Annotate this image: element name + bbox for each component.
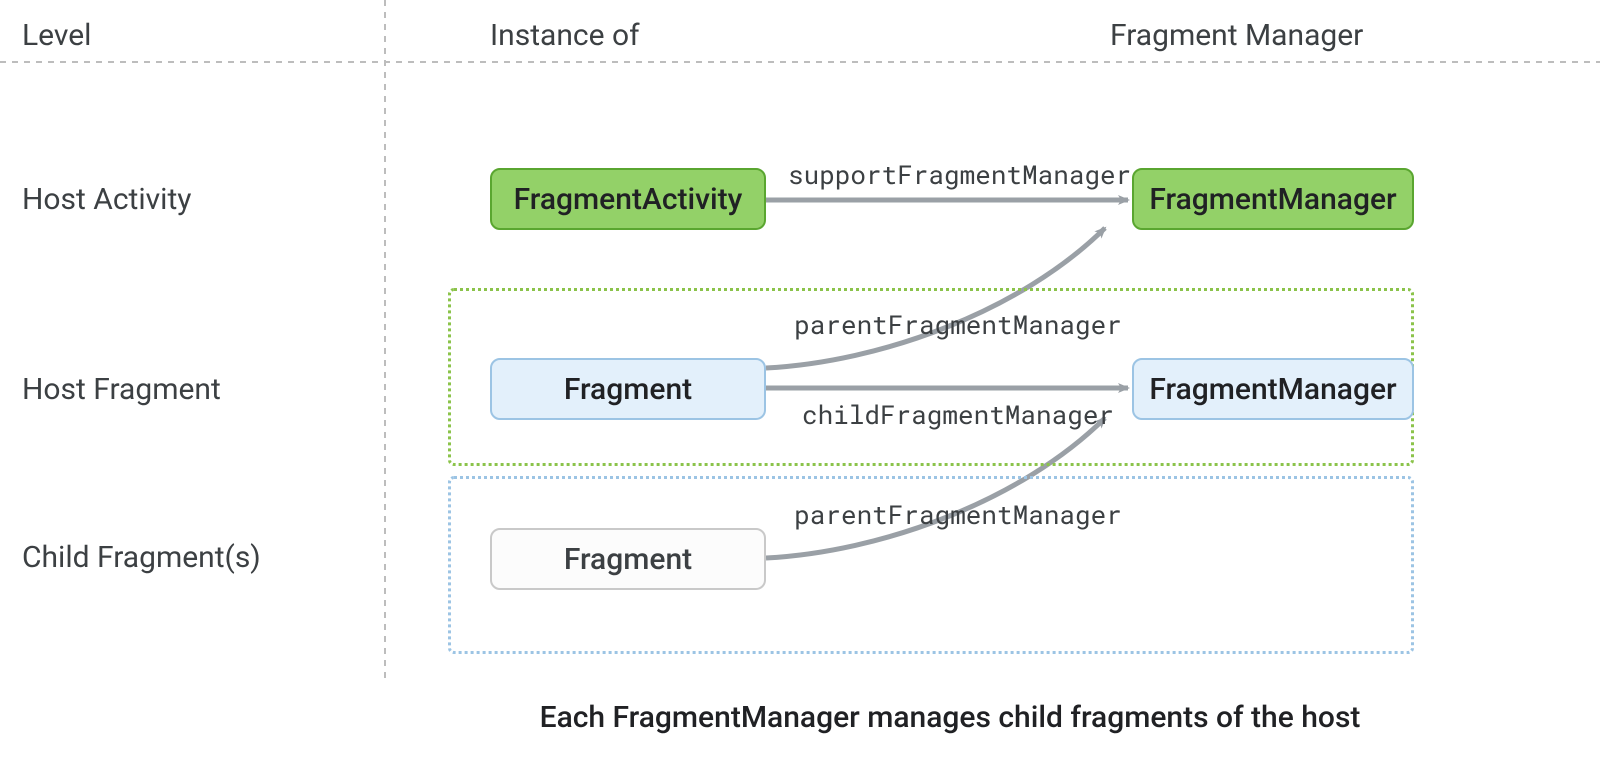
row-host-fragment: Host Fragment — [22, 372, 221, 407]
node-fragment-manager-activity: FragmentManager — [1132, 168, 1414, 230]
header-instance-of: Instance of — [490, 18, 640, 53]
node-fragment-manager-host: FragmentManager — [1132, 358, 1414, 420]
label-parent-fragment-manager-2: parentFragmentManager — [788, 498, 1128, 532]
node-fragment-host: Fragment — [490, 358, 766, 420]
caption: Each FragmentManager manages child fragm… — [480, 700, 1420, 735]
row-host-activity: Host Activity — [22, 182, 191, 217]
header-fragment-manager: Fragment Manager — [1110, 18, 1363, 53]
label-parent-fragment-manager-1: parentFragmentManager — [788, 308, 1128, 342]
node-fragment-activity: FragmentActivity — [490, 168, 766, 230]
header-level: Level — [22, 18, 91, 53]
diagram-stage: Level Instance of Fragment Manager Host … — [0, 0, 1600, 774]
row-child-fragments: Child Fragment(s) — [22, 540, 261, 575]
label-support-fragment-manager: supportFragmentManager — [788, 158, 1128, 192]
node-fragment-child: Fragment — [490, 528, 766, 590]
label-child-fragment-manager: childFragmentManager — [788, 398, 1128, 432]
